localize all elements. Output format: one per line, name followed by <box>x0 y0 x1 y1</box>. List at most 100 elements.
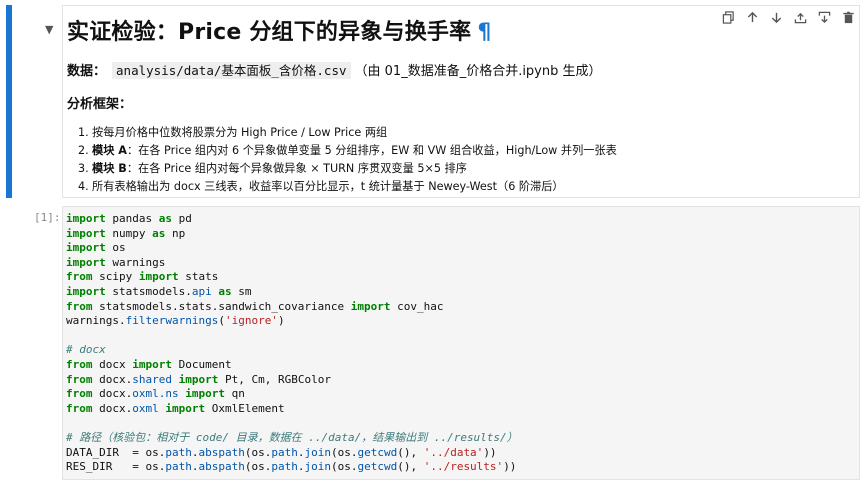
code-cell[interactable]: [1]: import pandas as pd import numpy as… <box>0 206 865 480</box>
code-token: Pt, Cm, RGBColor <box>218 372 331 386</box>
code-token: import <box>66 255 106 269</box>
code-token: api <box>191 284 212 298</box>
copy-icon[interactable] <box>718 7 738 27</box>
code-line: warnings.filterwarnings('ignore') <box>66 314 285 327</box>
data-note: （由 01_数据准备_价格合并.ipynb 生成） <box>354 64 602 79</box>
page-title: 实证检验：Price 分组下的异象与换手率 ¶ <box>67 14 492 46</box>
code-token: docx <box>92 357 133 371</box>
code-token: warnings <box>105 255 166 269</box>
move-up-icon[interactable] <box>742 7 762 27</box>
insert-above-icon[interactable] <box>790 7 810 27</box>
code-token: pd <box>171 212 192 225</box>
code-line: RES_DIR = os.path.abspath(os.path.join(o… <box>66 460 516 473</box>
code-line: import warnings <box>66 256 165 269</box>
framework-heading: 分析框架： <box>67 97 133 112</box>
code-line: from docx.oxml import OxmlElement <box>66 402 285 415</box>
code-token: join <box>304 445 331 459</box>
code-token: DATA_DIR = os. <box>66 445 166 459</box>
code-token: (os. <box>244 445 272 459</box>
code-line: import os <box>66 241 126 254</box>
code-token: import <box>185 387 225 401</box>
code-token: import <box>66 241 106 255</box>
move-down-icon[interactable] <box>766 7 786 27</box>
code-editor[interactable]: import pandas as pd import numpy as np i… <box>62 206 860 480</box>
list-item-text: ：在各 Price 组内对 6 个异象做单变量 5 分组排序，EW 和 VW 组… <box>126 144 617 157</box>
list-item-number: 4. <box>78 180 89 193</box>
list-item-bold: 模块 A <box>92 144 127 157</box>
code-token: path <box>165 460 192 474</box>
framework-list: 1. 按每月价格中位数将股票分为 High Price / Low Price 两… <box>58 124 617 196</box>
code-token: stats <box>178 270 219 284</box>
execution-prompt: [1]: <box>34 211 61 224</box>
code-token: np <box>165 226 186 240</box>
code-token: from <box>66 372 93 386</box>
framework-list-item: 4. 所有表格输出为 docx 三线表，收益率以百分比显示，t 统计量基于 New… <box>78 178 617 196</box>
code-token: path <box>271 460 298 474</box>
code-token: from <box>66 401 93 415</box>
code-line: from scipy import stats <box>66 270 218 283</box>
code-token: RES_DIR = os. <box>66 460 166 474</box>
code-token: (os. <box>330 460 358 474</box>
code-token: ) <box>277 314 285 328</box>
code-token: import <box>66 284 106 298</box>
code-token: OxmlElement <box>205 401 285 415</box>
title-text: 实证检验：Price 分组下的异象与换手率 <box>67 20 472 45</box>
code-token: getcwd <box>357 445 398 459</box>
list-item-number: 1. <box>78 126 89 139</box>
code-token: import <box>138 270 179 284</box>
code-token: (), <box>397 445 424 459</box>
code-token: as <box>158 212 172 225</box>
code-token: pandas <box>105 212 159 225</box>
code-token: docx. <box>92 372 133 386</box>
code-token: (os. <box>244 460 272 474</box>
notebook: ▼ 实证检验：Price 分组下的异象与换手率 ¶ 数据： analysis/d… <box>0 0 865 480</box>
code-token: oxml.ns <box>132 387 179 401</box>
code-token: statsmodels.stats.sandwich_covariance <box>92 299 351 313</box>
code-token: import <box>132 357 172 371</box>
code-token: (os. <box>330 445 358 459</box>
code-line: from docx.shared import Pt, Cm, RGBColor <box>66 373 331 386</box>
anchor-link[interactable]: ¶ <box>477 20 491 45</box>
data-path: analysis/data/基本面板_含价格.csv <box>112 62 351 79</box>
active-cell-indicator[interactable] <box>6 5 12 198</box>
code-line: import numpy as np <box>66 227 185 240</box>
markdown-cell[interactable]: ▼ 实证检验：Price 分组下的异象与换手率 ¶ 数据： analysis/d… <box>0 0 865 202</box>
code-token: Document <box>172 357 232 371</box>
code-token: ( <box>218 314 225 328</box>
code-token: sm <box>231 284 252 298</box>
delete-icon[interactable] <box>838 7 858 27</box>
code-line: from docx import Document <box>66 358 232 371</box>
code-token: statsmodels. <box>105 284 192 298</box>
code-token: import <box>350 299 391 313</box>
code-token: getcwd <box>357 460 398 474</box>
code-text[interactable]: import pandas as pd import numpy as np i… <box>66 212 518 475</box>
list-item-text: ：在各 Price 组内对每个异象做异象 × TURN 序贯双变量 5×5 排序 <box>126 162 467 175</box>
framework-list-item: 3. 模块 B：在各 Price 组内对每个异象做异象 × TURN 序贯双变量 … <box>78 160 617 178</box>
code-token: join <box>304 460 331 474</box>
collapse-chevron-icon[interactable]: ▼ <box>45 24 53 35</box>
code-token: abspath <box>198 460 245 474</box>
code-token: as <box>218 284 232 298</box>
code-token: from <box>66 270 93 284</box>
code-line: import pandas as pd <box>66 212 192 225</box>
code-token: from <box>66 299 93 313</box>
data-source-line: 数据： analysis/data/基本面板_含价格.csv （由 01_数据准备_… <box>67 60 602 79</box>
code-token: as <box>152 226 166 240</box>
list-item-bold: 模块 B <box>92 162 127 175</box>
code-token: docx. <box>92 387 133 401</box>
code-line: import statsmodels.api as sm <box>66 285 251 298</box>
code-token: cov_hac <box>390 299 444 313</box>
code-token: )) <box>503 460 517 474</box>
code-token: scipy <box>92 270 139 284</box>
code-token: warnings. <box>66 314 126 328</box>
code-token: # docx <box>66 343 106 357</box>
framework-list-item: 1. 按每月价格中位数将股票分为 High Price / Low Price 两… <box>78 124 617 142</box>
code-token: docx. <box>92 401 133 415</box>
insert-below-icon[interactable] <box>814 7 834 27</box>
code-token: 'ignore' <box>224 314 278 328</box>
code-line: # docx <box>66 343 106 356</box>
code-token: (), <box>397 460 424 474</box>
framework-list-item: 2. 模块 A：在各 Price 组内对 6 个异象做单变量 5 分组排序，EW … <box>78 142 617 160</box>
code-token: )) <box>483 445 497 459</box>
